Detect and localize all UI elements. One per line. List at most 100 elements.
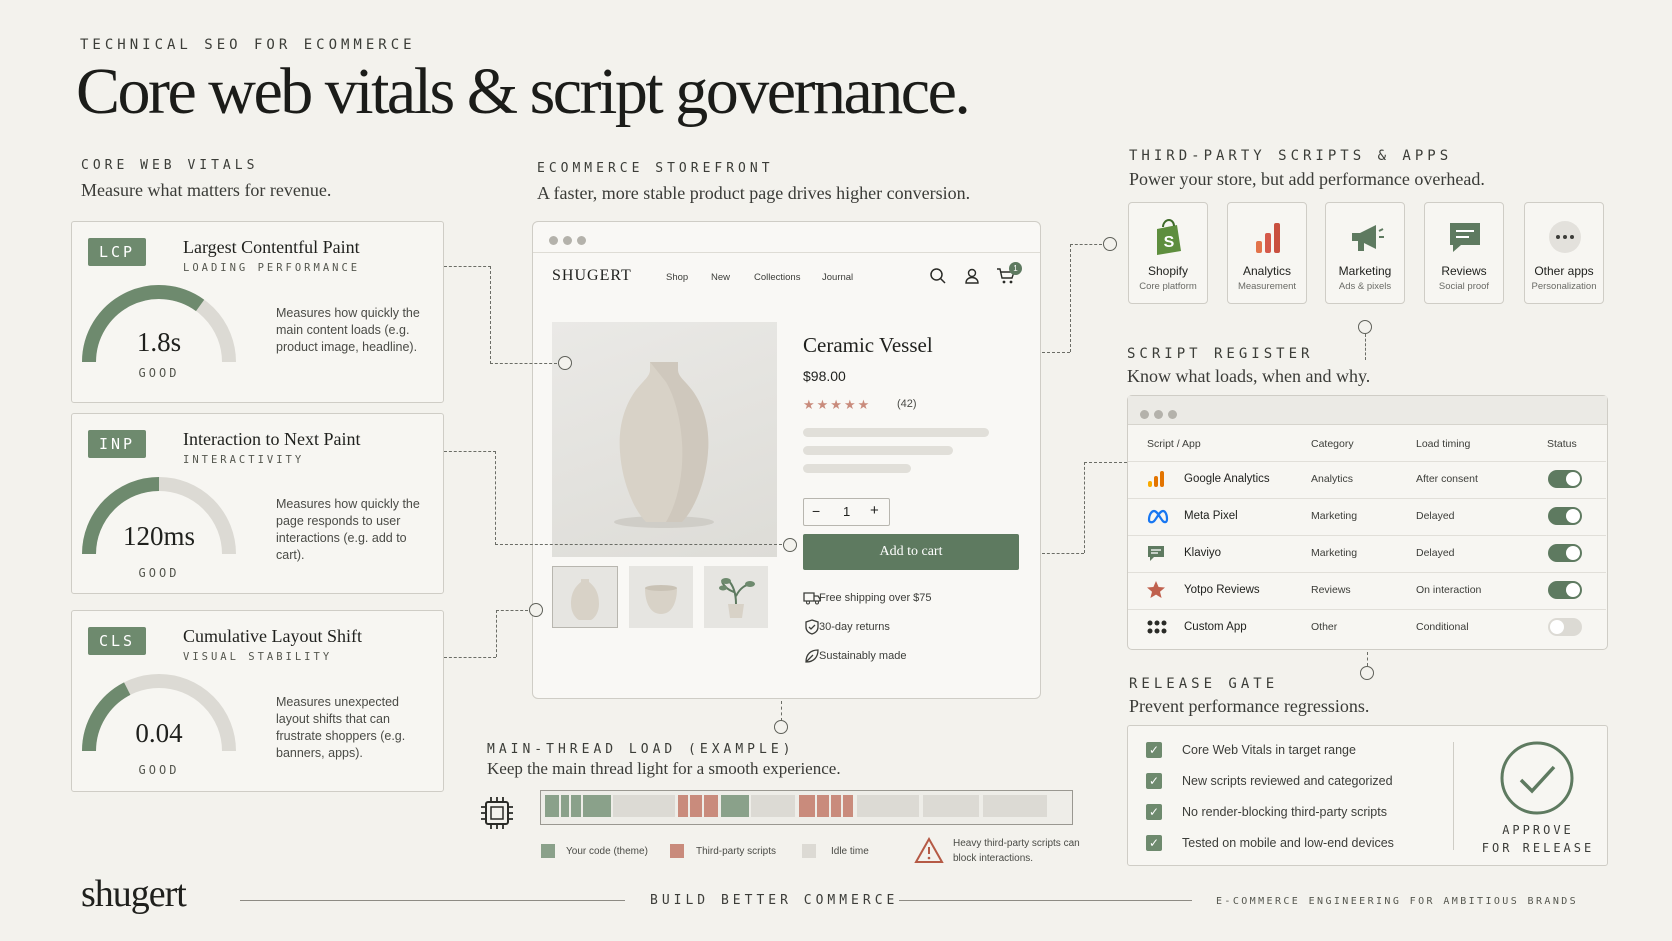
skeleton-line-3 xyxy=(803,464,911,473)
connector xyxy=(1042,352,1070,353)
thread-segment-third xyxy=(843,795,853,817)
product-image[interactable] xyxy=(552,322,777,557)
thread-segment-idle xyxy=(857,795,919,817)
approve-check-icon[interactable] xyxy=(1499,740,1575,816)
thumbnail-2[interactable] xyxy=(629,566,693,628)
vitals-subtitle: Measure what matters for revenue. xyxy=(81,180,332,200)
nav-shop[interactable]: Shop xyxy=(666,272,688,283)
thread-segment-idle xyxy=(613,795,675,817)
skeleton-line-1 xyxy=(803,428,989,437)
app-name: Shopify xyxy=(1147,264,1189,278)
page-title: Core web vitals & script governance. xyxy=(76,55,971,128)
register-row[interactable]: Yotpo Reviews Reviews On interaction xyxy=(1128,572,1606,607)
vital-description: Measures unexpected layout shifts that c… xyxy=(276,695,406,760)
legend-swatch-code xyxy=(541,844,555,858)
register-row[interactable]: Klaviyo Marketing Delayed xyxy=(1128,535,1606,570)
quantity-stepper[interactable]: − 1 + xyxy=(803,498,890,526)
footer-logo[interactable]: shugert xyxy=(81,872,187,916)
app-card-shopify[interactable]: S Shopify Core platform xyxy=(1128,202,1208,304)
legend-swatch-third xyxy=(670,844,684,858)
thumbnail-3[interactable] xyxy=(704,566,768,628)
thumbnail-1[interactable] xyxy=(552,566,618,628)
script-name: Meta Pixel xyxy=(1184,510,1238,522)
connector xyxy=(444,266,491,267)
nav-collections[interactable]: Collections xyxy=(754,272,800,283)
register-row[interactable]: Custom App Other Conditional xyxy=(1128,609,1606,644)
checkbox-icon[interactable]: ✓ xyxy=(1146,804,1162,820)
qty-value[interactable]: 1 xyxy=(843,504,850,519)
connector-node xyxy=(774,720,788,734)
app-card-marketing[interactable]: Marketing Ads & pixels xyxy=(1325,202,1405,304)
connector-node xyxy=(1103,237,1117,251)
store-brand[interactable]: SHUGERT xyxy=(552,267,632,285)
connector-node xyxy=(529,603,543,617)
third-party-eyebrow: THIRD-PARTY SCRIPTS & APPS xyxy=(1129,148,1453,164)
col-header-script: Script / App xyxy=(1147,438,1201,450)
register-row[interactable]: Meta Pixel Marketing Delayed xyxy=(1128,498,1606,533)
thread-segment-code xyxy=(545,795,559,817)
window-controls xyxy=(1140,406,1182,424)
connector-node xyxy=(1360,666,1374,680)
connector xyxy=(444,451,496,452)
app-name: Reviews xyxy=(1441,264,1487,278)
app-card-reviews[interactable]: Reviews Social proof xyxy=(1424,202,1504,304)
gate-item-label: Tested on mobile and low-end devices xyxy=(1182,836,1394,850)
rating-stars: ★★★★★ xyxy=(803,397,872,412)
app-description: Measurement xyxy=(1237,281,1297,292)
connector-node xyxy=(1358,320,1372,334)
thread-segment-idle xyxy=(983,795,1047,817)
megaphone-icon xyxy=(1346,217,1386,257)
add-to-cart-button[interactable]: Add to cart xyxy=(803,534,1019,570)
connector xyxy=(490,266,491,364)
app-name: Other apps xyxy=(1534,264,1594,278)
checkbox-icon[interactable]: ✓ xyxy=(1146,773,1162,789)
connector xyxy=(1042,553,1084,554)
thread-segment-idle xyxy=(751,795,795,817)
review-count[interactable]: (42) xyxy=(897,398,917,410)
qty-plus-button[interactable]: + xyxy=(870,502,879,519)
vital-card-cls: CLS Cumulative Layout Shift VISUAL STABI… xyxy=(71,610,444,792)
status-toggle[interactable] xyxy=(1548,470,1582,488)
nav-new[interactable]: New xyxy=(711,272,730,283)
status-toggle[interactable] xyxy=(1548,507,1582,525)
app-card-other-apps[interactable]: Other apps Personalization xyxy=(1524,202,1604,304)
script-timing: Conditional xyxy=(1416,621,1469,633)
script-category: Other xyxy=(1311,621,1338,633)
storefront-window: SHUGERT Shop New Collections Journal 1 C… xyxy=(532,221,1041,699)
thread-segment-third xyxy=(704,795,718,817)
checkbox-icon[interactable]: ✓ xyxy=(1146,835,1162,851)
app-card-analytics[interactable]: Analytics Measurement xyxy=(1227,202,1307,304)
feature-sustainable: Sustainably made xyxy=(819,650,907,662)
vital-title: Largest Contentful Paint xyxy=(183,237,360,257)
shield-icon xyxy=(805,619,819,635)
vital-title: Interaction to Next Paint xyxy=(183,429,361,449)
search-icon[interactable] xyxy=(929,267,947,285)
bar-chart-icon xyxy=(1248,217,1288,257)
star-icon xyxy=(1146,580,1166,603)
register-eyebrow: SCRIPT REGISTER xyxy=(1127,346,1314,362)
gate-eyebrow: RELEASE GATE xyxy=(1129,676,1279,692)
vital-value: 1.8s xyxy=(136,327,182,357)
thread-segment-code xyxy=(583,795,611,817)
status-toggle[interactable] xyxy=(1548,544,1582,562)
col-header-timing: Load timing xyxy=(1416,438,1471,450)
release-gate-panel: ✓ Core Web Vitals in target range ✓ New scr… xyxy=(1127,725,1608,866)
account-icon[interactable] xyxy=(963,267,981,285)
col-header-category: Category xyxy=(1311,438,1354,450)
connector xyxy=(496,610,497,657)
status-toggle[interactable] xyxy=(1548,581,1582,599)
script-name: Custom App xyxy=(1184,621,1247,633)
connector xyxy=(1070,244,1071,352)
vital-status: GOOD xyxy=(138,566,180,580)
status-toggle[interactable] xyxy=(1548,618,1582,636)
approve-label-1: APPROVE xyxy=(1502,823,1574,837)
register-row[interactable]: Google Analytics Analytics After consent xyxy=(1128,461,1606,496)
checkbox-icon[interactable]: ✓ xyxy=(1146,742,1162,758)
thread-segment-third xyxy=(690,795,702,817)
vitals-eyebrow: CORE WEB VITALS xyxy=(81,158,259,173)
nav-journal[interactable]: Journal xyxy=(822,272,853,283)
qty-minus-button[interactable]: − xyxy=(812,503,820,519)
legend-swatch-idle xyxy=(802,844,816,858)
connector xyxy=(490,363,557,364)
vital-status: GOOD xyxy=(138,366,180,380)
